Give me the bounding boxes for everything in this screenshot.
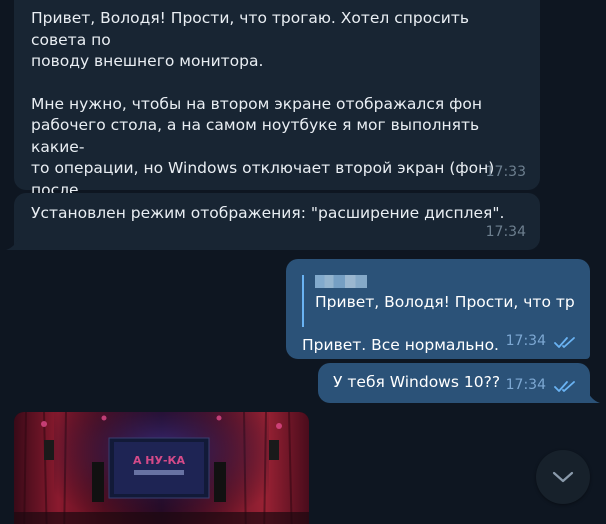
- scroll-down-button[interactable]: [536, 450, 590, 504]
- screen-text: А НУ-КА: [133, 454, 186, 467]
- chat-history[interactable]: Привет, Володя! Прости, что трогаю. Хоте…: [0, 0, 606, 524]
- message-text: У тебя Windows 10??: [333, 373, 501, 391]
- incoming-message[interactable]: Установлен режим отображения: "расширени…: [14, 193, 540, 250]
- incoming-message[interactable]: Привет, Володя! Прости, что трогаю. Хоте…: [14, 0, 540, 220]
- bubble-tail: [586, 389, 600, 403]
- message-time: 17:34: [485, 223, 526, 240]
- chevron-down-icon: [552, 471, 574, 483]
- photo-message[interactable]: А НУ-КА: [14, 412, 309, 524]
- stage-photo: А НУ-КА: [14, 412, 309, 524]
- double-check-icon: [554, 381, 575, 392]
- double-check-icon: [554, 337, 575, 348]
- message-text: Установлен режим отображения: "расширени…: [31, 204, 505, 222]
- message-text: Привет, Володя! Прости, что трогаю. Хоте…: [31, 9, 469, 70]
- outgoing-message[interactable]: У тебя Windows 10?? 17:34: [318, 363, 590, 403]
- message-time: 17:33: [485, 163, 526, 180]
- message-time: 17:34: [505, 332, 546, 349]
- reply-author-pixelated: [315, 275, 367, 288]
- reply-preview-text: Привет, Володя! Прости, что тр...: [315, 293, 576, 311]
- message-time: 17:34: [505, 376, 546, 393]
- outgoing-message[interactable]: Привет, Володя! Прости, что тр... Привет…: [286, 259, 590, 359]
- reply-quote[interactable]: Привет, Володя! Прости, что тр...: [302, 275, 576, 327]
- bubble-tail: [6, 236, 20, 250]
